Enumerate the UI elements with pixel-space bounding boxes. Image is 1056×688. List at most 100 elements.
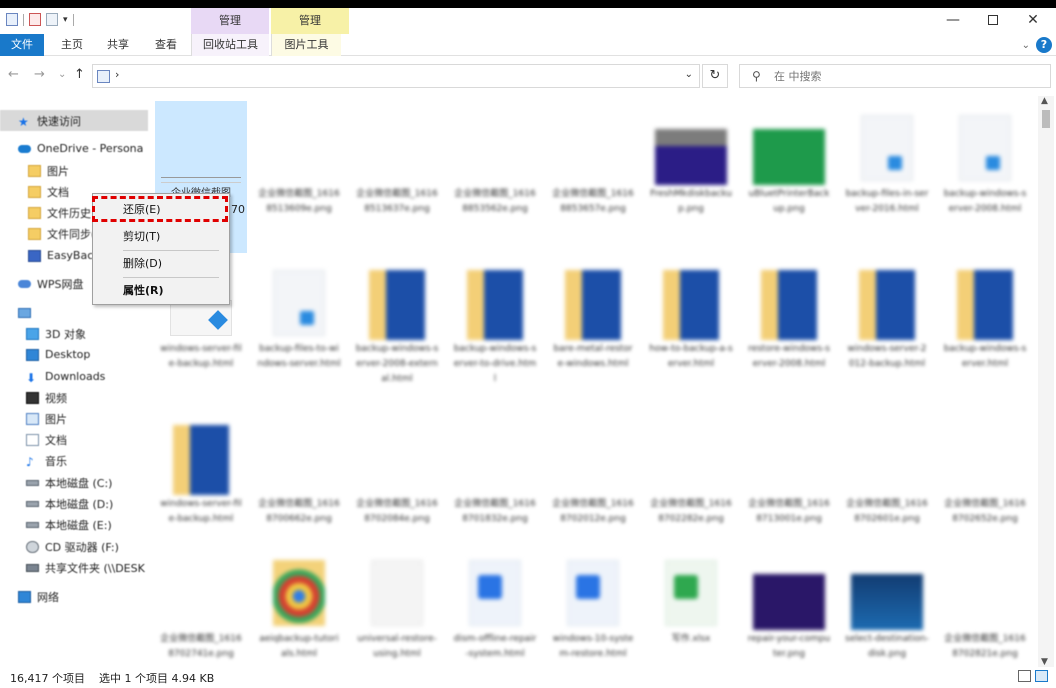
address-dropdown-icon[interactable]: ⌄	[685, 69, 693, 80]
nav-music[interactable]: ♪ 音乐	[0, 450, 148, 471]
nav-drive-d[interactable]: 本地磁盘 (D:)	[0, 493, 148, 514]
file-item[interactable]: FreshMkdiskbackup.png	[645, 101, 737, 253]
close-button[interactable]: ✕	[1012, 8, 1054, 34]
file-item[interactable]: windows-10-system-restore.html	[547, 546, 639, 665]
nav-shared-folder[interactable]: 共享文件夹 (\\DESK	[0, 557, 148, 578]
scroll-up-icon[interactable]: ▲	[1041, 96, 1048, 106]
file-item[interactable]: universal-restore-using.html	[351, 546, 443, 665]
breadcrumb-chevron-icon[interactable]: ›	[115, 68, 119, 81]
tab-share[interactable]: 共享	[98, 34, 138, 56]
file-item[interactable]: 企业微信截图_16168513637e.png	[351, 101, 443, 253]
file-item[interactable]: bare-metal-restore-windows.html	[547, 256, 639, 408]
new-folder-icon[interactable]	[46, 13, 58, 26]
menu-item-cut[interactable]: 剪切(T)	[95, 225, 227, 249]
file-item[interactable]: backup-windows-server.html	[939, 256, 1031, 408]
tab-view[interactable]: 查看	[146, 34, 186, 56]
customize-toolbar-icon[interactable]: ▾	[63, 15, 68, 25]
file-item[interactable]: 企业微信截图_16168702012e.png	[547, 411, 639, 563]
file-item[interactable]: 企业微信截图_16168702821e.png	[939, 546, 1031, 665]
nav-videos[interactable]: 视频	[0, 387, 148, 408]
file-item[interactable]: 企业微信截图_16168701832e.png	[449, 411, 541, 563]
nav-onedrive[interactable]: OneDrive - Persona	[0, 138, 148, 159]
tab-file[interactable]: 文件	[0, 34, 44, 56]
file-item[interactable]: 写作.xlsx	[645, 546, 737, 665]
file-item[interactable]: backup-files-in-server-2016.html	[841, 101, 933, 253]
file-item[interactable]: dism-offline-repair-system.html	[449, 546, 541, 665]
file-item[interactable]: 企业微信截图_16168713001e.png	[743, 411, 835, 563]
help-icon[interactable]: ?	[1036, 37, 1052, 53]
tab-picture-tools[interactable]: 图片工具	[271, 34, 341, 56]
file-name: how-to-backup-a-server.html	[649, 344, 733, 369]
recent-locations-button[interactable]: ⌄	[58, 69, 66, 80]
file-item[interactable]: repair-your-computer.png	[743, 546, 835, 665]
menu-item-delete[interactable]: 删除(D)	[95, 252, 227, 276]
file-item[interactable]: 企业微信截图_16168702084e.png	[351, 411, 443, 563]
nav-pictures[interactable]: 图片	[0, 408, 148, 429]
nav-drive-c[interactable]: 本地磁盘 (C:)	[0, 472, 148, 493]
file-item[interactable]: 企业微信截图_16168700662e.png	[253, 411, 345, 563]
file-item[interactable]: windows-server-2012-backup.html	[841, 256, 933, 408]
file-item[interactable]: how-to-backup-a-server.html	[645, 256, 737, 408]
tab-home[interactable]: 主页	[52, 34, 92, 56]
file-item[interactable]: 企业微信截图_16168853562e.png	[449, 101, 541, 253]
maximize-button[interactable]	[972, 8, 1014, 34]
cd-drive-icon	[26, 540, 39, 553]
folder-thumbnail	[565, 270, 621, 340]
nav-cd-drive[interactable]: CD 驱动器 (F:)	[0, 536, 148, 557]
nav-downloads[interactable]: ⬇ Downloads	[0, 366, 148, 387]
ribbon-right-controls: ⌄ ?	[1022, 37, 1052, 53]
file-name: windows-server-file-backup.html	[160, 344, 242, 369]
file-item[interactable]: 企业微信截图_16168702741e.png	[155, 546, 247, 665]
file-name: 企业微信截图_16168702821e.png	[944, 634, 1026, 659]
file-item[interactable]: 企业微信截图_16168702282e.png	[645, 411, 737, 563]
search-input[interactable]	[774, 68, 1044, 84]
file-item[interactable]: uBluetPrinterBackup.png	[743, 101, 835, 253]
scrollbar-thumb[interactable]	[1042, 110, 1050, 128]
large-icons-view-icon[interactable]	[1035, 670, 1048, 682]
file-item[interactable]: 企业微信截图_16168702652e.png	[939, 411, 1031, 563]
file-item[interactable]: backup-files-to-windows-server.html	[253, 256, 345, 408]
drive-icon	[26, 479, 39, 486]
nav-label: 文件历史	[47, 206, 91, 220]
file-item[interactable]: select-destination-disk.png	[841, 546, 933, 665]
nav-quick-access[interactable]: ★ 快速访问	[0, 110, 148, 131]
nav-onedrive-pictures[interactable]: 图片	[0, 160, 148, 181]
scroll-down-icon[interactable]: ▼	[1041, 657, 1048, 667]
nav-documents[interactable]: 文档	[0, 429, 148, 450]
toolbar-divider	[23, 13, 24, 26]
file-item[interactable]: 企业微信截图_16168702601e.png	[841, 411, 933, 563]
nav-drive-e[interactable]: 本地磁盘 (E:)	[0, 514, 148, 535]
menu-item-properties[interactable]: 属性(R)	[95, 279, 227, 303]
refresh-button[interactable]: ↻	[702, 64, 728, 88]
spreadsheet-icon	[665, 560, 717, 626]
menu-item-restore[interactable]: 还原(E)	[95, 198, 227, 222]
properties-icon[interactable]	[29, 13, 41, 26]
address-bar[interactable]: › ⌄	[92, 64, 700, 88]
nav-network[interactable]: 网络	[0, 586, 148, 607]
details-view-icon[interactable]	[1018, 670, 1031, 682]
file-name: backup-files-in-server-2016.html	[845, 189, 929, 214]
minimize-button[interactable]: —	[932, 8, 974, 34]
nav-3d-objects[interactable]: 3D 对象	[0, 323, 148, 344]
vertical-scrollbar[interactable]: ▲ ▼	[1038, 96, 1054, 667]
forward-button[interactable]: →	[34, 67, 45, 82]
expand-ribbon-icon[interactable]: ⌄	[1022, 40, 1030, 51]
menu-divider	[123, 277, 219, 278]
tab-recycle-bin-tools[interactable]: 回收站工具	[191, 34, 269, 56]
drive-icon	[26, 500, 39, 507]
search-box[interactable]: ⚲	[739, 64, 1051, 88]
file-item[interactable]: backup-windows-server-2008.html	[939, 101, 1031, 253]
file-item[interactable]: restore-windows-server-2008.html	[743, 256, 835, 408]
file-name: aeiqbackup-tutorials.html	[259, 634, 339, 659]
up-button[interactable]: ↑	[74, 67, 85, 82]
nav-this-pc[interactable]	[0, 302, 148, 323]
nav-desktop[interactable]: Desktop	[0, 344, 148, 365]
file-item[interactable]: backup-windows-server-2008-external.html	[351, 256, 443, 408]
file-item[interactable]: windows-server-file-backup.html	[155, 411, 247, 563]
file-item[interactable]: 企业微信截图_16168853657e.png	[547, 101, 639, 253]
nav-label: 本地磁盘 (C:)	[45, 476, 113, 490]
file-item[interactable]: 企业微信截图_16168513609e.png	[253, 101, 345, 253]
back-button[interactable]: ←	[8, 67, 19, 82]
file-item[interactable]: aeiqbackup-tutorials.html	[253, 546, 345, 665]
file-item[interactable]: backup-windows-server-to-drive.html	[449, 256, 541, 408]
